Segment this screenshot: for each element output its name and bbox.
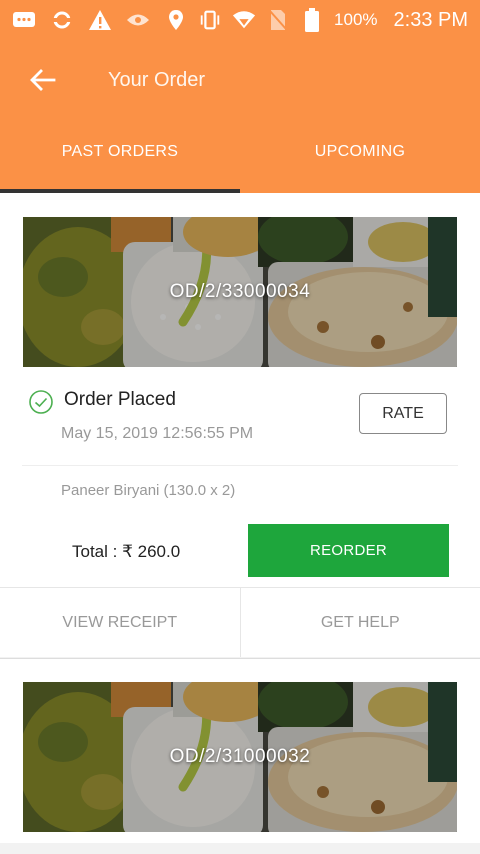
order-actions: VIEW RECEIPT GET HELP: [0, 587, 480, 657]
message-icon: [12, 10, 36, 30]
app-bar: Your Order: [0, 40, 480, 120]
order-image: OD/2/31000032: [23, 682, 457, 832]
tab-past-orders[interactable]: PAST ORDERS: [0, 120, 240, 193]
no-sim-icon: [266, 10, 290, 30]
page-title: Your Order: [108, 68, 206, 91]
order-status-row: Order Placed May 15, 2019 12:56:55 PM RA…: [0, 367, 480, 465]
order-total: Total : ₹ 260.0: [72, 542, 181, 561]
order-status: Order Placed: [64, 389, 176, 410]
get-help-button[interactable]: GET HELP: [239, 588, 480, 657]
status-bar: 100% 2:33 PM: [0, 0, 480, 40]
clock: 2:33 PM: [393, 8, 468, 31]
wifi-icon: [232, 10, 256, 30]
order-card: OD/2/31000032: [0, 658, 480, 843]
check-circle-icon: [28, 389, 54, 415]
order-image: OD/2/33000034: [23, 217, 457, 367]
total-row: Total : ₹ 260.0 REORDER: [0, 524, 480, 587]
reorder-button[interactable]: REORDER: [248, 524, 449, 577]
eye-icon: [126, 10, 150, 30]
warning-icon: [88, 10, 112, 30]
location-icon: [164, 10, 188, 30]
order-id: OD/2/33000034: [169, 281, 311, 302]
arrow-left-icon[interactable]: [28, 65, 58, 95]
order-id: OD/2/31000032: [169, 746, 311, 767]
tab-upcoming[interactable]: UPCOMING: [240, 120, 480, 193]
order-datetime: May 15, 2019 12:56:55 PM: [61, 425, 254, 442]
tab-bar: PAST ORDERS UPCOMING: [0, 120, 480, 193]
order-items: Paneer Biryani (130.0 x 2): [61, 482, 236, 499]
order-card: OD/2/33000034 Order Placed May 15, 2019 …: [0, 193, 480, 657]
battery-percent: 100%: [334, 10, 378, 29]
sync-icon: [50, 10, 74, 30]
app-root: 100% 2:33 PM Your Order PAST ORDERS UPCO…: [0, 0, 480, 854]
header: 100% 2:33 PM Your Order PAST ORDERS UPCO…: [0, 0, 480, 193]
vibrate-icon: [198, 10, 222, 30]
rate-button[interactable]: RATE: [359, 393, 447, 434]
battery-icon: [300, 8, 324, 32]
view-receipt-button[interactable]: VIEW RECEIPT: [0, 588, 240, 657]
